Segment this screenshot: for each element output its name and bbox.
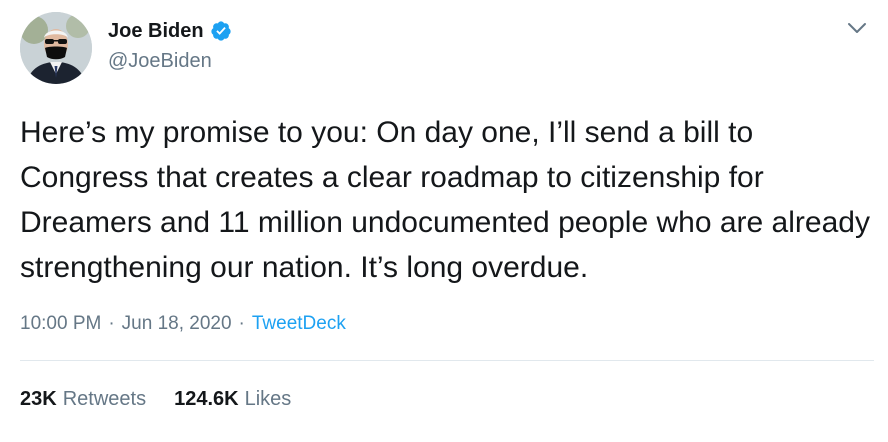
tweet-source-link[interactable]: TweetDeck [252,313,346,334]
tweet-date[interactable]: Jun 18, 2020 [122,313,232,334]
avatar[interactable] [20,12,92,84]
likes-stat[interactable]: 124.6K Likes [174,388,291,411]
tweet-text: Here’s my promise to you: On day one, I’… [20,116,870,284]
tweet-menu-button[interactable] [844,18,870,38]
likes-count: 124.6K [174,388,239,410]
author-block: Joe Biden @JoeBiden [108,18,232,73]
tweet-stats: 23K Retweets 124.6K Likes [20,388,319,411]
name-row: Joe Biden [108,18,232,44]
tweet-time[interactable]: 10:00 PM [20,313,101,334]
tweet-meta: 10:00 PM · Jun 18, 2020 · TweetDeck [20,313,346,335]
meta-separator: · [108,313,115,334]
meta-separator: · [238,313,245,334]
retweets-count: 23K [20,388,57,410]
verified-badge-icon [210,20,232,42]
chevron-down-icon [848,23,866,33]
tweet-card: Joe Biden @JoeBiden Here’s my promise to… [0,0,888,442]
author-name[interactable]: Joe Biden [108,20,204,43]
retweets-stat[interactable]: 23K Retweets [20,388,146,411]
avatar-image [20,12,92,84]
divider [20,360,874,361]
retweets-label: Retweets [62,388,147,410]
author-handle[interactable]: @JoeBiden [108,50,232,73]
likes-label: Likes [244,388,292,410]
